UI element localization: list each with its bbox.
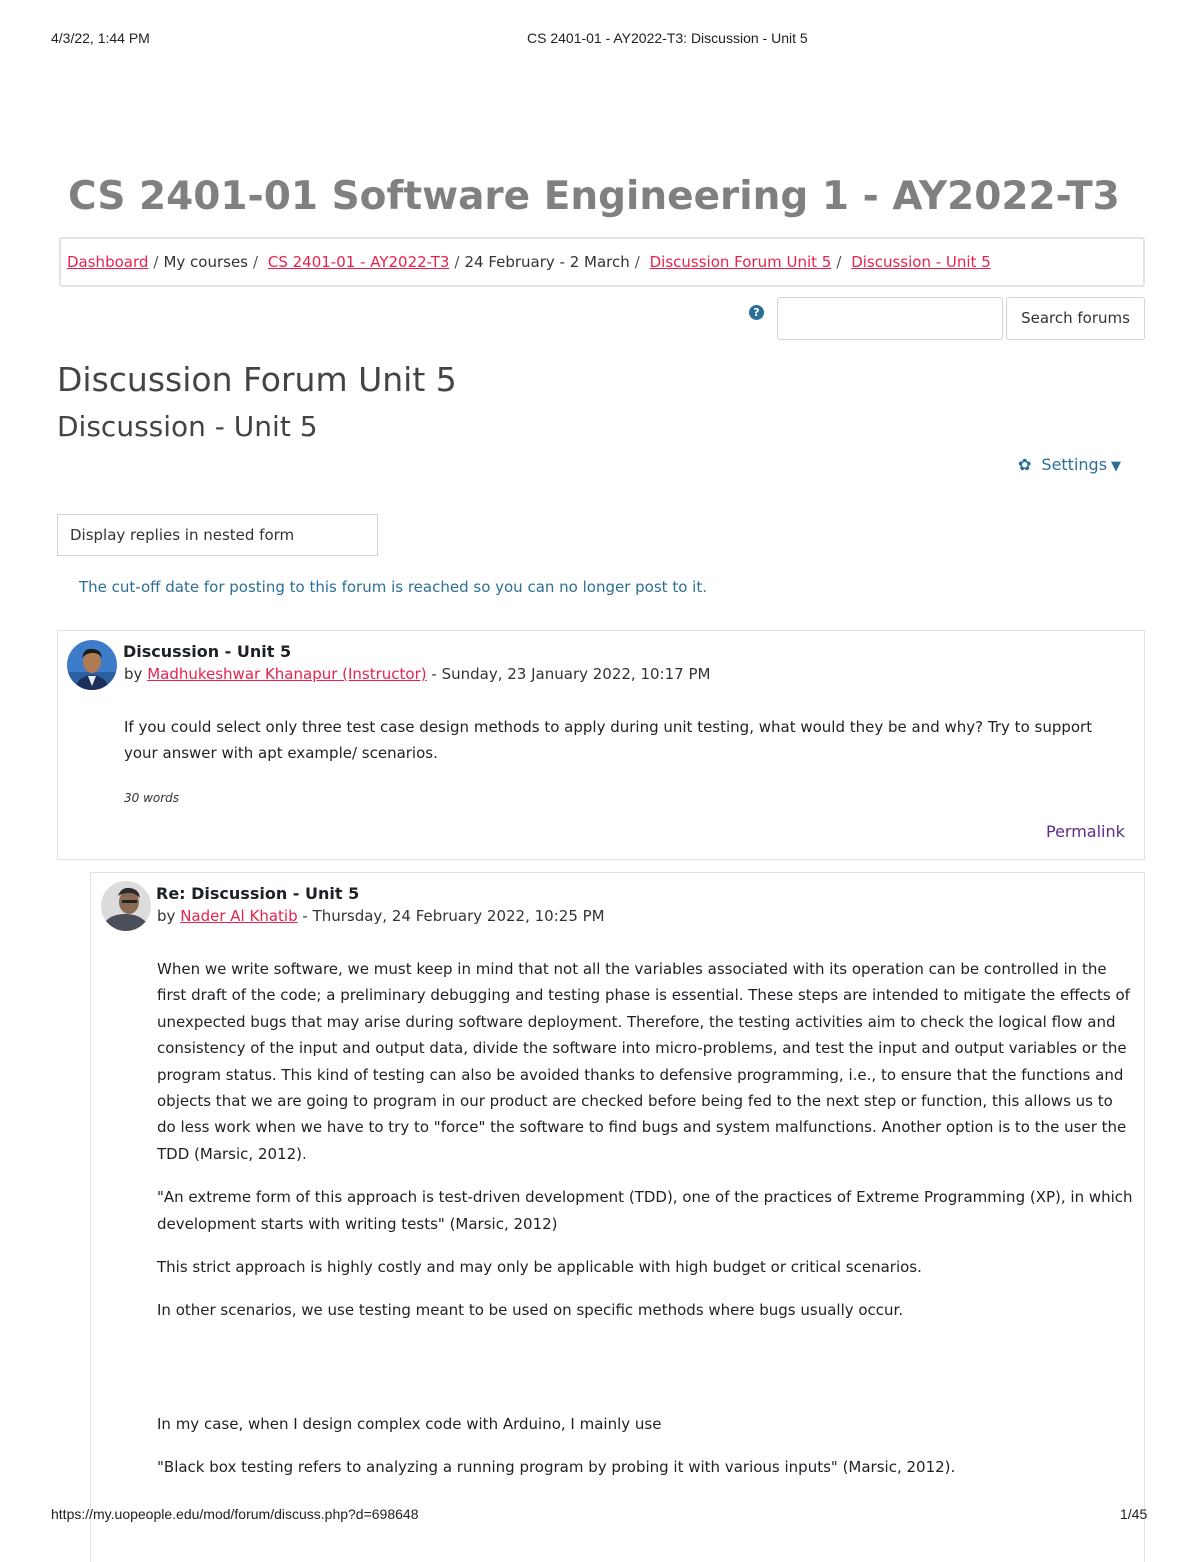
breadcrumb: Dashboard / My courses / CS 2401-01 - AY202…: [59, 237, 1145, 287]
permalink-link[interactable]: Permalink: [1046, 822, 1125, 841]
settings-label: Settings: [1041, 455, 1108, 474]
help-icon[interactable]: ?: [749, 305, 764, 320]
caret-down-icon: ▼: [1111, 459, 1122, 474]
post-date: - Sunday, 23 January 2022, 10:17 PM: [431, 665, 711, 683]
breadcrumb-separator: /: [454, 253, 460, 271]
cutoff-notice: The cut-off date for posting to this for…: [79, 578, 707, 596]
breadcrumb-course[interactable]: CS 2401-01 - AY2022-T3: [268, 253, 450, 271]
forum-post: Discussion - Unit 5 by Madhukeshwar Khan…: [57, 630, 1145, 860]
post-subject: Re: Discussion - Unit 5: [156, 884, 360, 903]
breadcrumb-dashboard[interactable]: Dashboard: [67, 253, 148, 271]
post-subject: Discussion - Unit 5: [123, 642, 292, 661]
print-doc-title: CS 2401-01 - AY2022-T3: Discussion - Uni…: [527, 30, 808, 46]
post-paragraph: In other scenarios, we use testing meant…: [157, 1301, 904, 1320]
post-paragraph: This strict approach is highly costly an…: [157, 1258, 922, 1277]
forum-title: Discussion Forum Unit 5: [57, 360, 457, 399]
breadcrumb-separator: /: [836, 253, 842, 271]
display-mode-select[interactable]: Display replies in nested form: [57, 514, 378, 556]
print-page-number: 1/45: [1120, 1506, 1148, 1522]
settings-menu[interactable]: ✿ Settings ▼: [1018, 455, 1121, 474]
breadcrumb-separator: /: [153, 253, 159, 271]
author-link[interactable]: Madhukeshwar Khanapur (Instructor): [147, 665, 426, 683]
breadcrumb-discussion[interactable]: Discussion - Unit 5: [851, 253, 991, 271]
post-body: If you could select only three test case…: [124, 714, 1124, 784]
forum-reply: Re: Discussion - Unit 5 by Nader Al Khat…: [90, 872, 1145, 1562]
author-link[interactable]: Nader Al Khatib: [180, 907, 297, 925]
word-count: 30 words: [124, 791, 180, 805]
post-byline: by Nader Al Khatib - Thursday, 24 Februa…: [157, 907, 605, 925]
byline-by: by: [157, 907, 176, 925]
discussion-title: Discussion - Unit 5: [57, 410, 318, 443]
course-title: CS 2401-01 Software Engineering 1 - AY20…: [68, 174, 1120, 219]
print-datetime: 4/3/22, 1:44 PM: [51, 30, 150, 46]
print-url: https://my.uopeople.edu/mod/forum/discus…: [51, 1506, 419, 1522]
post-byline: by Madhukeshwar Khanapur (Instructor) - …: [124, 665, 710, 683]
post-paragraph: In my case, when I design complex code w…: [157, 1414, 662, 1433]
byline-by: by: [124, 665, 143, 683]
gear-icon: ✿: [1018, 455, 1032, 474]
breadcrumb-separator: /: [253, 253, 259, 271]
post-date: - Thursday, 24 February 2022, 10:25 PM: [302, 907, 605, 925]
search-input[interactable]: [777, 297, 1003, 340]
post-paragraph: If you could select only three test case…: [124, 718, 1093, 763]
breadcrumb-forum[interactable]: Discussion Forum Unit 5: [650, 253, 832, 271]
avatar[interactable]: [101, 881, 151, 931]
post-paragraph: When we write software, we must keep in …: [157, 960, 1130, 1163]
search-forums-button[interactable]: Search forums: [1006, 297, 1145, 340]
post-body: When we write software, we must keep in …: [157, 956, 1135, 1498]
post-paragraph: "Black box testing refers to analyzing a…: [157, 1458, 956, 1477]
avatar[interactable]: [67, 640, 117, 690]
breadcrumb-separator: /: [634, 253, 640, 271]
breadcrumb-week: 24 February - 2 March: [464, 253, 630, 271]
post-paragraph: "An extreme form of this approach is tes…: [157, 1188, 1133, 1233]
breadcrumb-my-courses: My courses: [163, 253, 248, 271]
